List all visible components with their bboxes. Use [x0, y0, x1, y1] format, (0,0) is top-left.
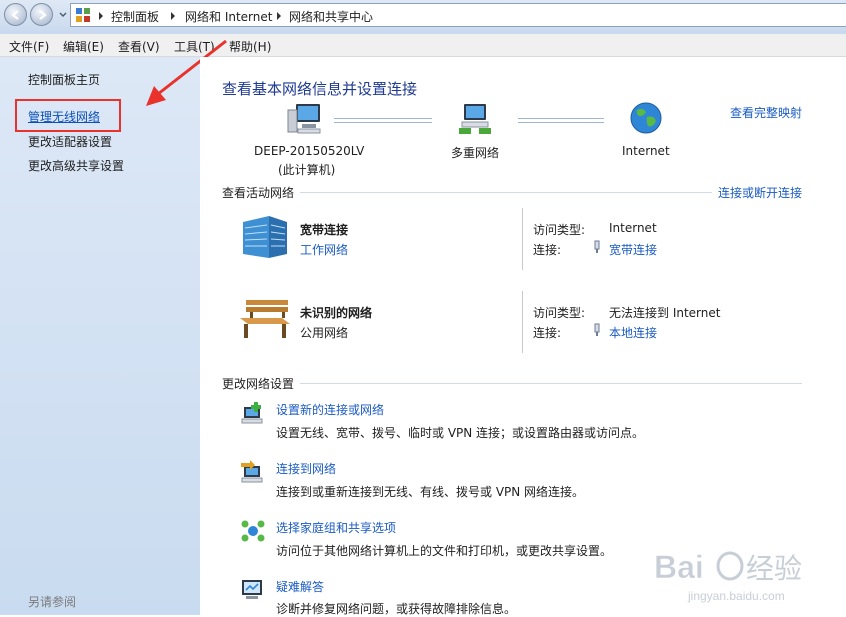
change-settings-heading: 更改网络设置: [222, 377, 295, 391]
breadcrumb-separator-icon: [99, 12, 103, 20]
homegroup-sharing-link[interactable]: 选择家庭组和共享选项: [276, 519, 396, 536]
public-network-bench-icon: [240, 300, 290, 338]
connection-plug-icon: [594, 323, 600, 336]
access-type-label: 访问类型:: [533, 306, 586, 320]
menu-edit[interactable]: 编辑(E): [63, 38, 104, 55]
menu-file[interactable]: 文件(F): [9, 38, 49, 55]
task-description: 诊断并修复网络问题，或获得故障排除信息。: [276, 602, 517, 616]
menu-bar: 文件(F) 编辑(E) 查看(V) 工具(T) 帮助(H): [0, 34, 846, 57]
setup-new-connection-link[interactable]: 设置新的连接或网络: [276, 401, 384, 418]
breadcrumb-network-internet[interactable]: 网络和 Internet: [185, 8, 272, 25]
address-bar[interactable]: 控制面板 网络和 Internet 网络和共享中心: [70, 3, 846, 27]
recent-pages-dropdown-icon[interactable]: [58, 9, 68, 19]
section-divider: [300, 383, 802, 384]
connection-label: 连接:: [533, 326, 562, 340]
network-divider: [522, 208, 523, 270]
forward-arrow-icon: [38, 9, 47, 20]
map-connector-line: [334, 118, 432, 123]
connect-to-network-icon: [241, 460, 263, 483]
multiple-networks-label: 多重网络: [451, 146, 500, 160]
troubleshoot-icon: [242, 580, 262, 599]
svg-text:Bai: Bai: [654, 549, 704, 585]
troubleshoot-link[interactable]: 疑难解答: [276, 578, 324, 595]
internet-label: Internet: [622, 144, 670, 158]
back-button[interactable]: [4, 3, 27, 26]
task-description: 连接到或重新连接到无线、有线、拨号或 VPN 网络连接。: [276, 485, 585, 499]
view-full-map-link[interactable]: 查看完整映射: [730, 104, 802, 121]
homegroup-sharing-icon: [241, 520, 265, 542]
section-divider: [300, 192, 712, 193]
baidu-jingyan-watermark-logo: Bai 经验 jingyan.baidu.com: [654, 549, 802, 603]
task-description: 访问位于其他网络计算机上的文件和打印机，或更改共享设置。: [276, 544, 613, 558]
multiple-networks-icon: [459, 104, 491, 134]
access-type-label: 访问类型:: [533, 223, 586, 237]
breadcrumb-network-sharing-center[interactable]: 网络和共享中心: [289, 8, 373, 25]
map-connector-line: [518, 118, 604, 123]
access-type-value: 无法连接到 Internet: [609, 306, 721, 320]
connect-disconnect-link[interactable]: 连接或断开连接: [718, 184, 802, 201]
network-divider: [522, 291, 523, 353]
sidebar-control-panel-home[interactable]: 控制面板主页: [28, 71, 100, 88]
network-name: 宽带连接: [300, 223, 349, 237]
active-networks-heading: 查看活动网络: [222, 186, 295, 200]
breadcrumb-separator-icon: [277, 12, 281, 20]
menu-help[interactable]: 帮助(H): [229, 38, 271, 55]
sidebar-advanced-sharing[interactable]: 更改高级共享设置: [28, 157, 124, 174]
annotation-highlight-box: [15, 99, 121, 132]
forward-button[interactable]: [30, 3, 53, 26]
connection-link[interactable]: 本地连接: [609, 324, 657, 341]
access-type-value: Internet: [609, 221, 657, 235]
control-panel-icon: [76, 8, 90, 22]
computer-name-label: DEEP-20150520LV: [254, 144, 365, 158]
title-bar: 控制面板 网络和 Internet 网络和共享中心: [0, 0, 846, 35]
computer-note-label: (此计算机): [278, 163, 336, 177]
network-type-link[interactable]: 工作网络: [300, 241, 348, 258]
work-network-building-icon: [243, 216, 287, 258]
network-type-label: 公用网络: [300, 326, 349, 340]
breadcrumb-separator-icon: [171, 12, 175, 20]
see-also-label: 另请参阅: [28, 595, 77, 609]
task-description: 设置无线、宽带、拨号、临时或 VPN 连接；或设置路由器或访问点。: [276, 426, 645, 440]
page-title: 查看基本网络信息并设置连接: [222, 80, 418, 98]
connect-to-network-link[interactable]: 连接到网络: [276, 460, 336, 477]
breadcrumb-control-panel[interactable]: 控制面板: [111, 8, 159, 25]
connection-link[interactable]: 宽带连接: [609, 241, 657, 258]
svg-text:jingyan.baidu.com: jingyan.baidu.com: [687, 589, 785, 603]
internet-globe-icon: [630, 102, 662, 134]
sidebar-change-adapter[interactable]: 更改适配器设置: [28, 133, 112, 150]
network-name: 未识别的网络: [300, 306, 373, 320]
new-connection-icon: [241, 402, 263, 424]
svg-text:经验: 经验: [746, 552, 802, 585]
connection-plug-icon: [594, 240, 600, 253]
connection-label: 连接:: [533, 243, 562, 257]
computer-icon: [287, 104, 321, 134]
back-arrow-icon: [10, 9, 19, 20]
